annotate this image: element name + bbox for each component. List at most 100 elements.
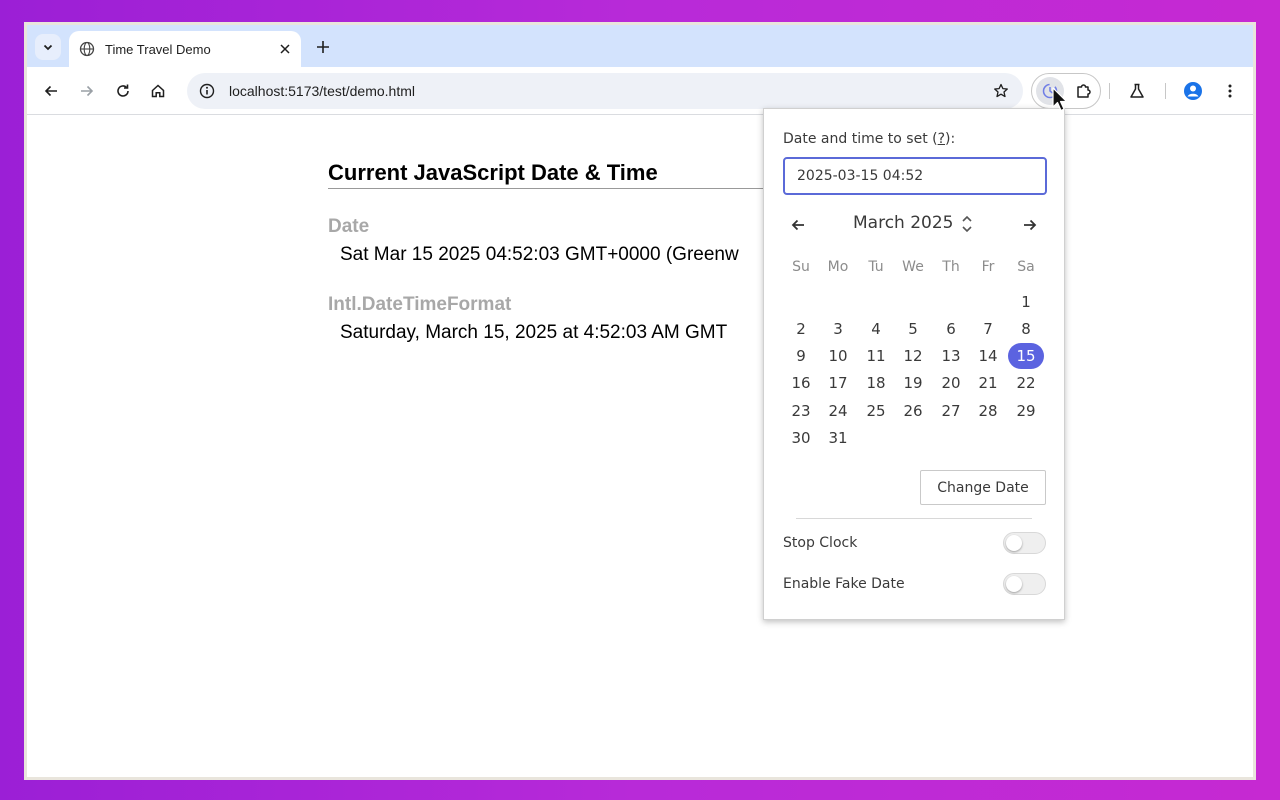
weekday-header: Fr <box>981 259 995 275</box>
date-time-input[interactable] <box>783 157 1047 195</box>
prev-month-button[interactable] <box>784 213 812 237</box>
arrow-right-icon <box>1024 219 1037 231</box>
weekday-header: Tu <box>868 259 884 275</box>
calendar-day[interactable]: 20 <box>933 370 969 396</box>
calendar-day[interactable]: 29 <box>1008 398 1044 424</box>
weekday-header: Sa <box>1017 259 1035 275</box>
more-vertical-icon <box>1228 84 1232 98</box>
calendar-day[interactable]: 16 <box>783 370 819 396</box>
tab-close-button[interactable] <box>273 37 297 61</box>
calendar-day[interactable]: 30 <box>783 425 819 451</box>
calendar-day[interactable]: 24 <box>820 398 856 424</box>
calendar-day[interactable]: 7 <box>970 316 1006 342</box>
forward-button[interactable] <box>73 77 101 105</box>
avatar-icon <box>1184 82 1202 100</box>
toolbar-separator <box>1109 83 1110 99</box>
next-month-button[interactable] <box>1016 213 1044 237</box>
stop-clock-label: Stop Clock <box>783 535 858 551</box>
toggle-knob <box>1006 576 1022 592</box>
calendar-day[interactable]: 10 <box>820 343 856 369</box>
browser-chrome: Time Travel Demo localhost:5173/test/dem… <box>27 25 1253 777</box>
calendar-day[interactable]: 23 <box>783 398 819 424</box>
tab-title: Time Travel Demo <box>105 41 211 57</box>
bookmark-button[interactable] <box>987 77 1015 105</box>
calendar-day[interactable]: 14 <box>970 343 1006 369</box>
mouse-cursor-icon <box>1052 87 1068 112</box>
fake-date-label: Enable Fake Date <box>783 576 905 592</box>
close-icon <box>280 44 290 54</box>
browser-toolbar: localhost:5173/test/demo.html <box>27 67 1253 115</box>
calendar-day[interactable]: 6 <box>933 316 969 342</box>
weekday-header: Th <box>942 259 960 275</box>
reload-button[interactable] <box>109 77 137 105</box>
browser-menu-button[interactable] <box>1216 77 1244 105</box>
calendar-day[interactable]: 12 <box>895 343 931 369</box>
fake-date-toggle[interactable] <box>1003 573 1046 595</box>
plus-icon <box>317 41 329 53</box>
month-picker-toggle[interactable] <box>960 213 974 235</box>
calendar-day-selected[interactable]: 15 <box>1008 343 1044 369</box>
date-label: Date <box>328 216 370 237</box>
calendar-day[interactable]: 13 <box>933 343 969 369</box>
calendar-day[interactable]: 18 <box>858 370 894 396</box>
home-button[interactable] <box>144 77 172 105</box>
calendar-day[interactable]: 3 <box>820 316 856 342</box>
arrow-right-icon <box>81 85 94 97</box>
calendar-day[interactable]: 19 <box>895 370 931 396</box>
calendar-day[interactable]: 27 <box>933 398 969 424</box>
calendar-day[interactable]: 1 <box>1008 289 1044 315</box>
calendar-day[interactable]: 8 <box>1008 316 1044 342</box>
date-value: Sat Mar 15 2025 04:52:03 GMT+0000 (Green… <box>340 244 739 265</box>
address-bar[interactable]: localhost:5173/test/demo.html <box>187 73 1023 109</box>
time-travel-popup: Date and time to set (?): March 2025 Su M… <box>763 108 1065 620</box>
calendar-day[interactable]: 26 <box>895 398 931 424</box>
url-text[interactable]: localhost:5173/test/demo.html <box>229 83 987 99</box>
calendar-day[interactable]: 22 <box>1008 370 1044 396</box>
chevron-up-down-icon <box>962 215 972 233</box>
month-label[interactable]: March 2025 <box>853 213 954 233</box>
site-info-icon[interactable] <box>199 83 215 99</box>
calendar-day[interactable]: 31 <box>820 425 856 451</box>
globe-icon <box>79 41 95 57</box>
labs-button[interactable] <box>1123 77 1151 105</box>
extensions-menu-button[interactable] <box>1070 77 1098 105</box>
browser-window: Time Travel Demo localhost:5173/test/dem… <box>24 22 1256 780</box>
arrow-left-icon <box>44 85 57 97</box>
flask-icon <box>1130 83 1144 98</box>
calendar-day[interactable]: 11 <box>858 343 894 369</box>
star-icon <box>994 83 1008 98</box>
tab-search-button[interactable] <box>35 34 61 60</box>
puzzle-icon <box>1077 84 1091 98</box>
home-icon <box>151 84 165 98</box>
arrow-left-icon <box>791 219 804 231</box>
calendar-day[interactable]: 5 <box>895 316 931 342</box>
calendar-day[interactable]: 9 <box>783 343 819 369</box>
stop-clock-toggle[interactable] <box>1003 532 1046 554</box>
chevron-down-icon <box>43 44 53 51</box>
date-input-label: Date and time to set (?): <box>783 131 955 147</box>
toggle-knob <box>1006 535 1022 551</box>
divider <box>796 518 1032 519</box>
weekday-header: Mo <box>827 259 849 275</box>
calendar-day[interactable]: 28 <box>970 398 1006 424</box>
calendar-day[interactable]: 21 <box>970 370 1006 396</box>
change-date-button[interactable]: Change Date <box>920 470 1046 505</box>
label-prefix: Date and time to set ( <box>783 131 938 147</box>
intl-label: Intl.DateTimeFormat <box>328 294 512 315</box>
new-tab-button[interactable] <box>311 35 335 59</box>
profile-button[interactable] <box>1179 77 1207 105</box>
weekday-header: Su <box>792 259 810 275</box>
page-title: Current JavaScript Date & Time <box>328 160 798 189</box>
calendar-day[interactable]: 25 <box>858 398 894 424</box>
label-suffix: ): <box>945 131 956 147</box>
help-link[interactable]: ? <box>938 131 945 147</box>
back-button[interactable] <box>37 77 65 105</box>
calendar-day[interactable]: 4 <box>858 316 894 342</box>
intl-value: Saturday, March 15, 2025 at 4:52:03 AM G… <box>340 322 728 343</box>
calendar-day[interactable]: 17 <box>820 370 856 396</box>
calendar-day[interactable]: 2 <box>783 316 819 342</box>
reload-icon <box>117 84 129 97</box>
tab-active[interactable]: Time Travel Demo <box>69 31 301 67</box>
tab-strip: Time Travel Demo <box>27 25 1253 67</box>
toolbar-separator <box>1165 83 1166 99</box>
